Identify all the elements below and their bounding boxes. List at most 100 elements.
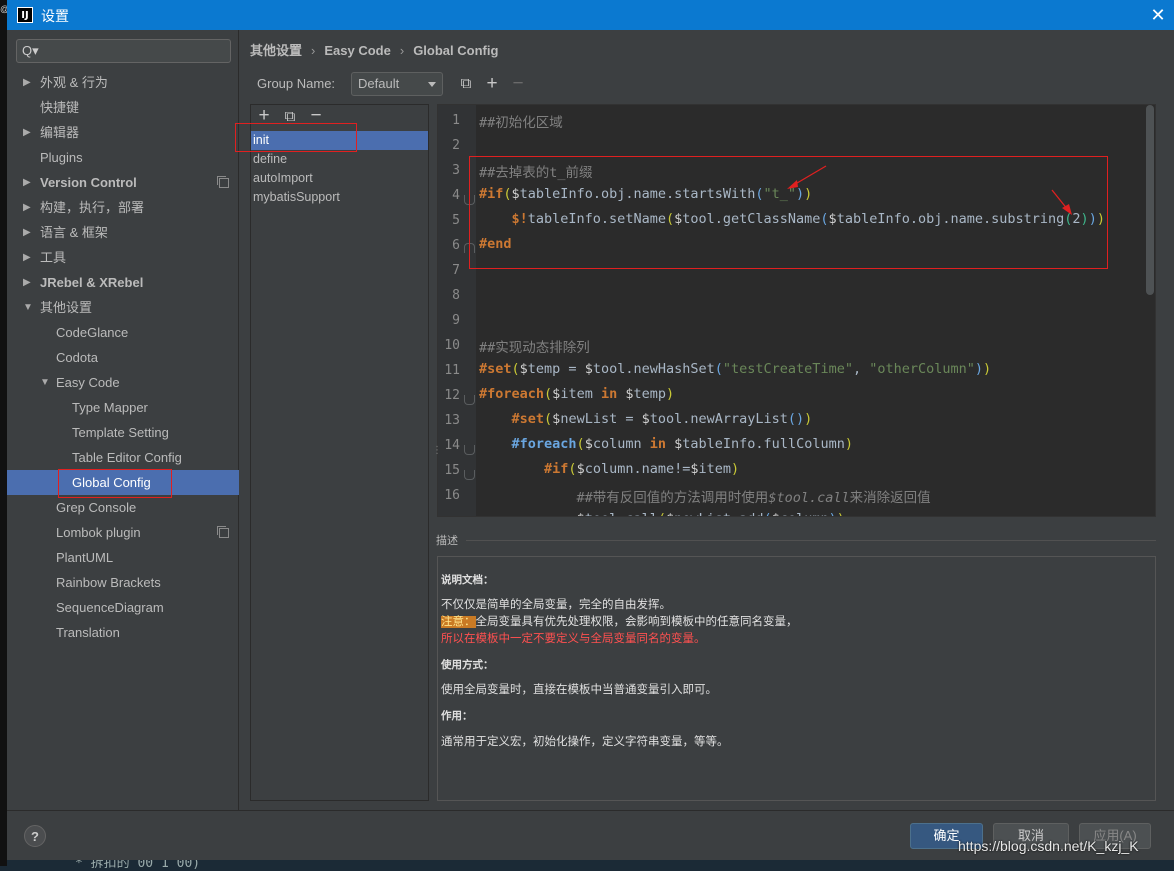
- annotation-box-global-config: [58, 469, 172, 498]
- description-panel: 说明文档： 不仅仅是简单的全局变量，完全的自由发挥。 注意：全局变量具有优先处理…: [437, 556, 1156, 801]
- line-number: 15: [444, 463, 460, 478]
- sidebar-item-plantuml[interactable]: PlantUML: [7, 545, 239, 570]
- sidebar-item-item-5[interactable]: ▶ 构建，执行，部署: [7, 195, 239, 220]
- sidebar-item-label: 工具: [40, 250, 67, 265]
- line-number: 9: [452, 313, 460, 328]
- add-item-icon[interactable]: +: [256, 106, 272, 125]
- chevron-down-icon[interactable]: ▼: [23, 295, 33, 320]
- fold-marker-icon[interactable]: [464, 470, 475, 480]
- chevron-down-icon[interactable]: ▼: [40, 370, 50, 395]
- sidebar-item-type-mapper[interactable]: Type Mapper: [7, 395, 239, 420]
- remove-item-icon[interactable]: −: [308, 106, 324, 125]
- sidebar-item-grep-console[interactable]: Grep Console: [7, 495, 239, 520]
- sidebar-item-sequencediagram[interactable]: SequenceDiagram: [7, 595, 239, 620]
- project-settings-icon: [217, 526, 229, 538]
- project-settings-icon: [217, 176, 229, 188]
- chevron-down-icon: [428, 82, 436, 87]
- chevron-right-icon[interactable]: ▶: [23, 70, 31, 95]
- annotation-box-init: [235, 123, 357, 152]
- chevron-right-icon[interactable]: ▶: [23, 120, 31, 145]
- code-line: #set($newList = $tool.newArrayList()): [511, 411, 813, 427]
- sidebar-item-label: Codota: [56, 350, 98, 365]
- sidebar-item-label: Version Control: [40, 175, 137, 190]
- fold-marker-icon[interactable]: [464, 445, 475, 455]
- doc-line: 不仅仅是简单的全局变量，完全的自由发挥。: [441, 599, 671, 611]
- purpose-title: 作用：: [441, 710, 473, 722]
- code-line: ##初始化区域: [479, 115, 563, 131]
- line-number: 11: [444, 363, 460, 378]
- separator: [466, 540, 1156, 541]
- splitter-handle-icon[interactable]: ⋮: [432, 445, 442, 456]
- sidebar-item-label: Grep Console: [56, 500, 137, 515]
- sidebar-item-label: 其他设置: [40, 300, 93, 315]
- code-line: #if($column.name!=$item): [544, 461, 740, 477]
- breadcrumb-separator: ›: [399, 43, 405, 58]
- code-line: ##带有反回值的方法调用时使用$tool.call来消除返回值: [576, 490, 931, 506]
- sidebar-item-easy-code[interactable]: ▼ Easy Code: [7, 370, 239, 395]
- footer-divider: [7, 810, 1174, 811]
- close-icon[interactable]: ✕: [1147, 4, 1169, 26]
- list-item-mybatissupport[interactable]: mybatisSupport: [251, 188, 428, 207]
- sidebar-item-jrebel-xrebel[interactable]: ▶ JRebel & XRebel: [7, 270, 239, 295]
- sidebar-item-codeglance[interactable]: CodeGlance: [7, 320, 239, 345]
- sidebar-item-lombok-plugin[interactable]: Lombok plugin: [7, 520, 239, 545]
- desktop-strip: [0, 0, 7, 866]
- sidebar-item-template-setting[interactable]: Template Setting: [7, 420, 239, 445]
- line-number: 16: [444, 488, 460, 503]
- breadcrumb-item: Easy Code: [324, 43, 391, 58]
- usage-text: 使用全局变量时，直接在模板中当普通变量引入即可。: [441, 684, 717, 696]
- sidebar-item-label: JRebel & XRebel: [40, 275, 144, 290]
- sidebar-item-label: SequenceDiagram: [56, 600, 164, 615]
- sidebar-item-item-9[interactable]: ▼ 其他设置: [7, 295, 239, 320]
- chevron-right-icon[interactable]: ▶: [23, 220, 31, 245]
- list-item-define[interactable]: define: [251, 150, 428, 169]
- remove-group-icon[interactable]: −: [510, 74, 526, 93]
- settings-search-input[interactable]: Q▾: [16, 39, 231, 63]
- sidebar-item-translation[interactable]: Translation: [7, 620, 239, 645]
- description-header: 描述: [436, 535, 458, 547]
- line-number: 12: [444, 388, 460, 403]
- chevron-right-icon[interactable]: ▶: [23, 170, 31, 195]
- sidebar-item-label: Template Setting: [72, 425, 169, 440]
- doc-warning: 所以在模板中一定不要定义与全局变量同名的变量。: [441, 633, 706, 645]
- sidebar-item-item-7[interactable]: ▶ 工具: [7, 245, 239, 270]
- list-item-autoimport[interactable]: autoImport: [251, 169, 428, 188]
- add-group-icon[interactable]: +: [484, 74, 500, 93]
- line-number: 7: [452, 263, 460, 278]
- sidebar-item-item-0[interactable]: ▶ 外观 & 行为: [7, 70, 239, 95]
- sidebar-item-item-1[interactable]: 快捷键: [7, 95, 239, 120]
- line-number: 4: [452, 188, 460, 203]
- group-name-select[interactable]: Default: [351, 72, 443, 96]
- annotation-arrows: [787, 165, 1072, 215]
- copy-group-icon[interactable]: ⧉: [458, 76, 474, 92]
- chevron-right-icon[interactable]: ▶: [23, 245, 31, 270]
- line-number: 5: [452, 213, 460, 228]
- editor-scrollbar[interactable]: [1146, 105, 1154, 295]
- chevron-right-icon[interactable]: ▶: [23, 270, 31, 295]
- group-name-value: Default: [358, 76, 400, 91]
- sidebar-item-label: Type Mapper: [72, 400, 148, 415]
- sidebar-item-plugins[interactable]: Plugins: [7, 145, 239, 170]
- code-line: #set($temp = $tool.newHashSet("testCreat…: [479, 361, 992, 377]
- line-number: 1: [452, 113, 460, 128]
- sidebar-item-version-control[interactable]: ▶ Version Control: [7, 170, 239, 195]
- sidebar-item-label: PlantUML: [56, 550, 114, 565]
- sidebar-item-label: Table Editor Config: [72, 450, 182, 465]
- breadcrumb: 其他设置 › Easy Code › Global Config: [250, 40, 498, 59]
- line-number: 3: [452, 163, 460, 178]
- code-line: ##实现动态排除列: [479, 340, 590, 356]
- help-icon[interactable]: ?: [24, 825, 46, 847]
- fold-marker-icon[interactable]: [464, 395, 475, 405]
- sidebar-item-item-6[interactable]: ▶ 语言 & 框架: [7, 220, 239, 245]
- line-number: 2: [452, 138, 460, 153]
- group-name-label: Group Name:: [257, 76, 336, 91]
- sidebar-item-label: 语言 & 框架: [40, 225, 108, 240]
- sidebar-item-label: CodeGlance: [56, 325, 129, 340]
- sidebar-item-table-editor-config[interactable]: Table Editor Config: [7, 445, 239, 470]
- code-line: #foreach($item in $temp): [479, 386, 675, 402]
- sidebar-item-codota[interactable]: Codota: [7, 345, 239, 370]
- sidebar-item-item-2[interactable]: ▶ 编辑器: [7, 120, 239, 145]
- sidebar-item-rainbow-brackets[interactable]: Rainbow Brackets: [7, 570, 239, 595]
- chevron-right-icon[interactable]: ▶: [23, 195, 31, 220]
- doc-note: 注意：全局变量具有优先处理权限，会影响到模板中的任意同名变量，: [441, 613, 798, 629]
